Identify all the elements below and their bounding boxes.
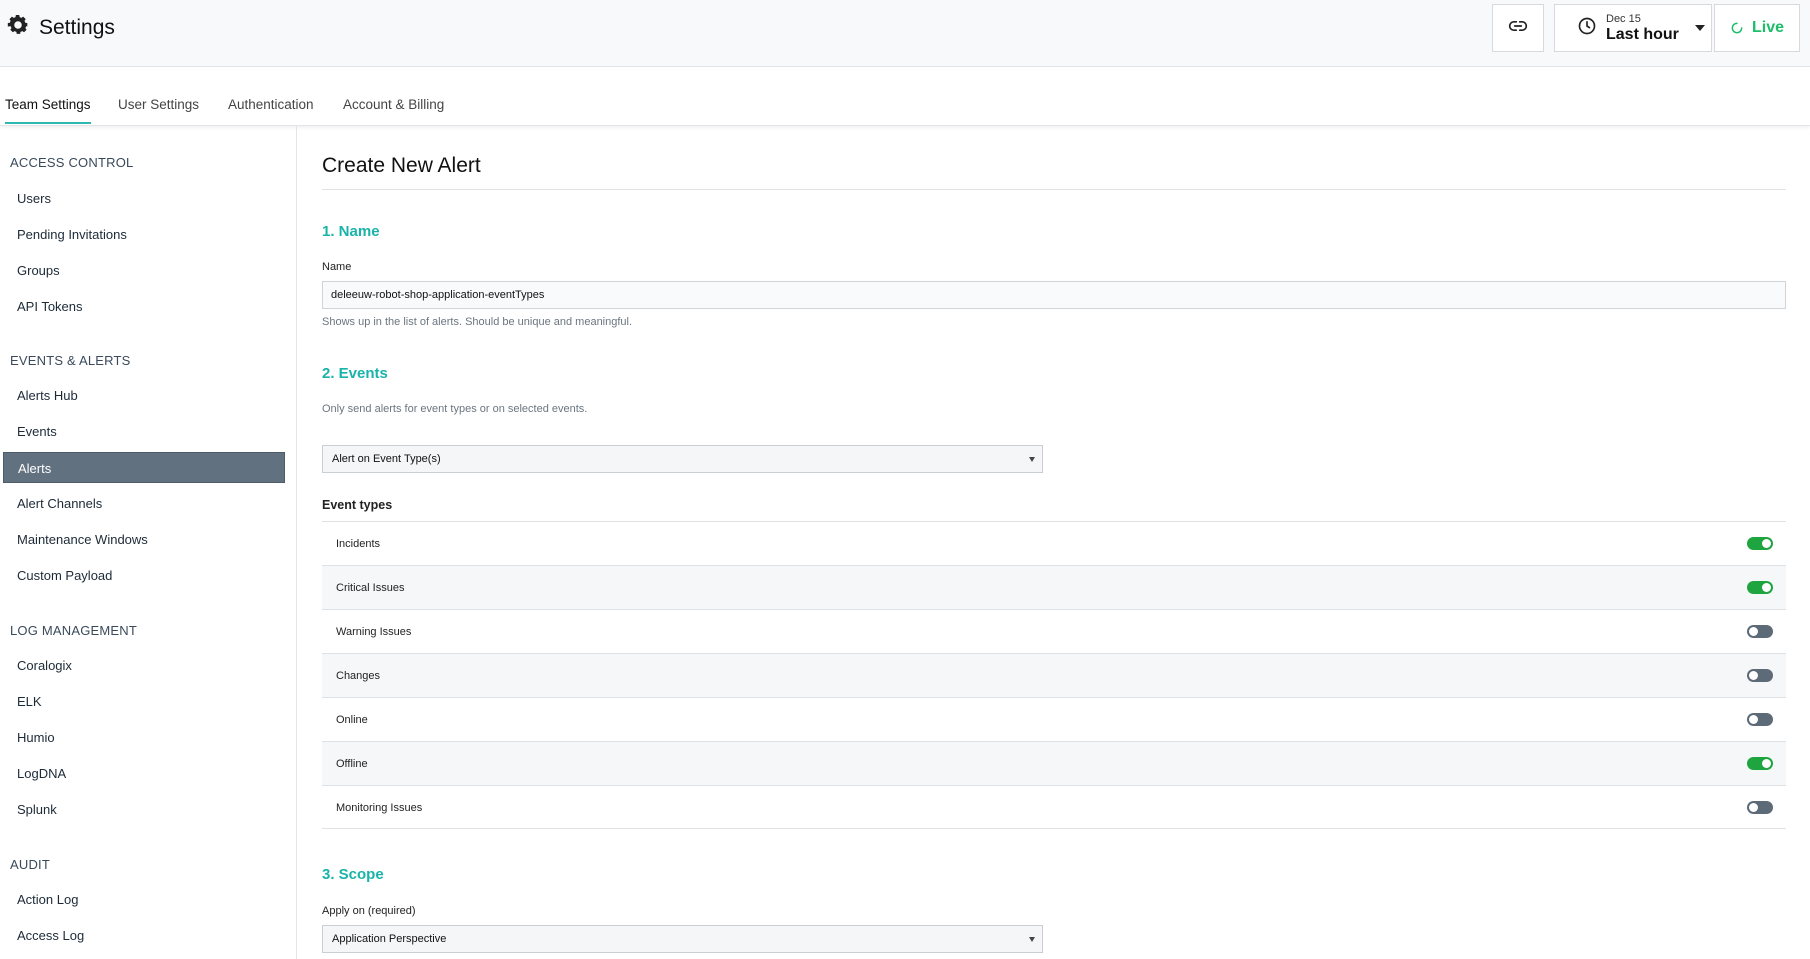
tab-authentication[interactable]: Authentication [228, 97, 314, 112]
event-type-label: Changes [336, 670, 381, 682]
event-type-label: Warning Issues [336, 626, 412, 638]
sidebar-item-splunk[interactable]: Splunk [3, 794, 285, 825]
list-item: Critical Issues [322, 565, 1786, 609]
event-type-label: Offline [336, 758, 368, 770]
sidebar-item-coralogix[interactable]: Coralogix [3, 650, 285, 681]
event-type-label: Monitoring Issues [336, 802, 423, 814]
tab-account-billing[interactable]: Account & Billing [343, 97, 444, 112]
scope-select-value: Application Perspective [332, 933, 447, 945]
list-item: Monitoring Issues [322, 785, 1786, 829]
section-title-name: 1. Name [322, 223, 380, 240]
warning-issues-toggle[interactable] [1747, 625, 1773, 638]
link-icon [1508, 16, 1528, 41]
sidebar-item-custom-payload[interactable]: Custom Payload [3, 560, 285, 591]
list-item: Incidents [322, 521, 1786, 565]
chevron-down-icon [1029, 937, 1035, 942]
event-types-heading: Event types [322, 498, 393, 512]
gear-icon [5, 12, 31, 43]
incidents-toggle[interactable] [1747, 537, 1773, 550]
tab-user-settings[interactable]: User Settings [118, 97, 199, 112]
online-toggle[interactable] [1747, 713, 1773, 726]
sidebar-item-api-tokens[interactable]: API Tokens [3, 291, 285, 322]
sidebar-item-events[interactable]: Events [3, 416, 285, 447]
event-types-list: Incidents Critical Issues Warning Issues… [322, 521, 1786, 829]
critical-issues-toggle[interactable] [1747, 581, 1773, 594]
event-type-label: Incidents [336, 538, 381, 550]
sidebar-item-alerts[interactable]: Alerts [3, 452, 285, 483]
sidebar-heading-access-control: ACCESS CONTROL [10, 155, 134, 170]
tab-team-settings[interactable]: Team Settings [5, 97, 91, 124]
sidebar-item-logdna[interactable]: LogDNA [3, 758, 285, 789]
sidebar-heading-log-management: LOG MANAGEMENT [10, 623, 138, 638]
scope-select[interactable]: Application Perspective [322, 925, 1043, 953]
list-item: Offline [322, 741, 1786, 785]
list-item: Changes [322, 653, 1786, 697]
top-actions: Dec 15 Last hour Live [1492, 4, 1800, 52]
sidebar-item-access-log[interactable]: Access Log [3, 920, 285, 951]
scope-field-label: Apply on (required) [322, 905, 416, 917]
sidebar-heading-audit: AUDIT [10, 857, 50, 872]
name-input[interactable]: deleeuw-robot-shop-application-eventType… [322, 281, 1786, 309]
events-description: Only send alerts for event types or on s… [322, 403, 588, 415]
live-label: Live [1751, 19, 1784, 36]
sidebar-heading-events-alerts: EVENTS & ALERTS [10, 353, 131, 368]
event-type-label: Critical Issues [336, 582, 405, 594]
sidebar-item-elk[interactable]: ELK [3, 686, 285, 717]
sidebar-item-pending-invitations[interactable]: Pending Invitations [3, 219, 285, 250]
list-item: Warning Issues [322, 609, 1786, 653]
sidebar-item-users[interactable]: Users [3, 183, 285, 214]
time-date: Dec 15 [1606, 12, 1641, 25]
brand: Settings [5, 12, 115, 43]
sidebar: ACCESS CONTROL Users Pending Invitations… [0, 126, 297, 959]
name-hint: Shows up in the list of alerts. Should b… [322, 316, 633, 328]
settings-tabs: Team Settings User Settings Authenticati… [0, 67, 1810, 126]
monitoring-issues-toggle[interactable] [1747, 801, 1773, 814]
live-button[interactable]: Live [1714, 4, 1800, 52]
chevron-down-icon [1029, 457, 1035, 462]
name-field-label: Name [322, 261, 352, 273]
time-range-picker[interactable]: Dec 15 Last hour [1554, 4, 1712, 52]
offline-toggle[interactable] [1747, 757, 1773, 770]
sidebar-item-groups[interactable]: Groups [3, 255, 285, 286]
event-mode-select-value: Alert on Event Type(s) [332, 453, 441, 465]
event-mode-select[interactable]: Alert on Event Type(s) [322, 445, 1043, 473]
list-item: Online [322, 697, 1786, 741]
sidebar-item-humio[interactable]: Humio [3, 722, 285, 753]
refresh-spinner-icon [1730, 21, 1744, 35]
divider [322, 189, 1786, 190]
clock-icon [1577, 16, 1597, 41]
sidebar-item-alert-channels[interactable]: Alert Channels [3, 488, 285, 519]
sidebar-item-maintenance-windows[interactable]: Maintenance Windows [3, 524, 285, 555]
top-bar: Settings Dec 15 Last hour Live [0, 0, 1810, 67]
sidebar-item-alerts-hub[interactable]: Alerts Hub [3, 380, 285, 411]
sidebar-item-action-log[interactable]: Action Log [3, 884, 285, 915]
changes-toggle[interactable] [1747, 669, 1773, 682]
chevron-down-icon [1694, 25, 1705, 31]
time-range-label: Last hour [1606, 25, 1679, 43]
section-title-scope: 3. Scope [322, 866, 384, 883]
event-type-label: Online [336, 714, 368, 726]
copy-link-button[interactable] [1492, 4, 1544, 52]
section-title-events: 2. Events [322, 365, 388, 382]
page-title: Create New Alert [322, 154, 481, 177]
page-title-settings: Settings [39, 15, 115, 39]
